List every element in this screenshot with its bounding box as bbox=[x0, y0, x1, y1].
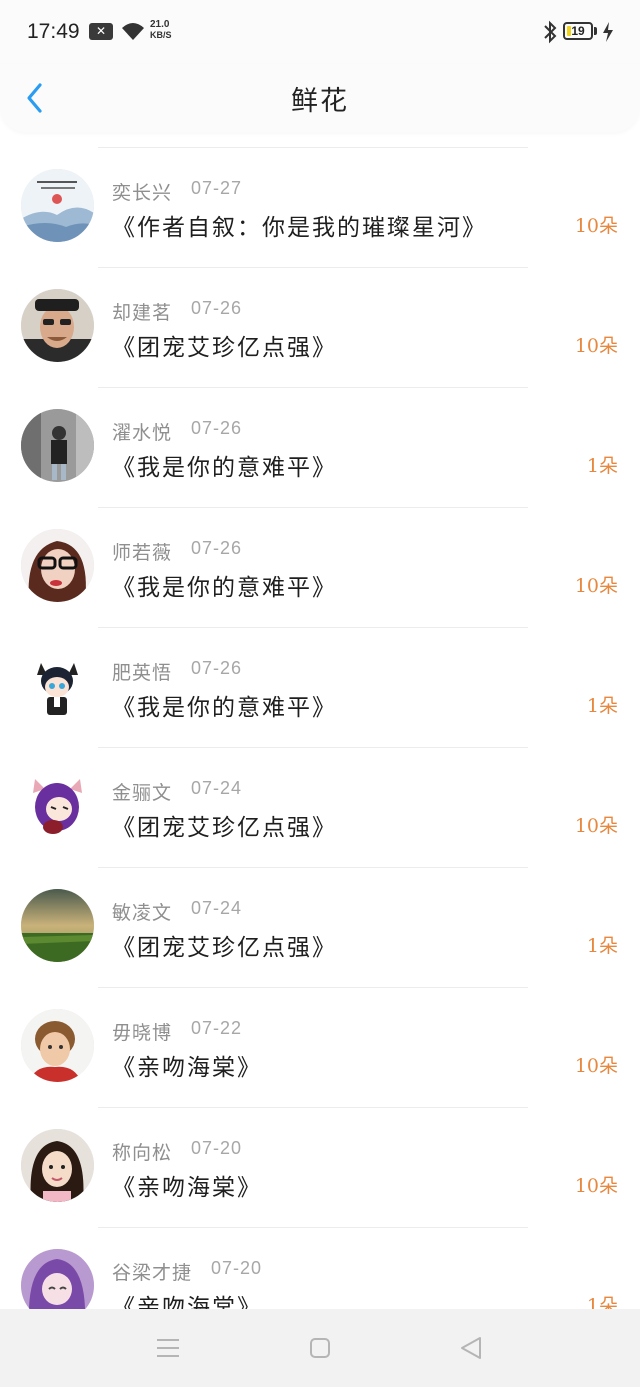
flower-amount: 10朵 bbox=[574, 575, 618, 597]
sender-name: 毋晓博 bbox=[112, 1022, 173, 1044]
sender-name: 称向松 bbox=[112, 1142, 173, 1164]
send-date: 07-26 bbox=[191, 658, 243, 678]
list-item[interactable]: 却建茗 07-26 《团宠艾珍亿点强》 10朵 bbox=[0, 268, 640, 388]
book-title[interactable]: 《亲吻海棠》 bbox=[112, 1048, 262, 1082]
book-title[interactable]: 《我是你的意难平》 bbox=[112, 448, 337, 482]
book-title[interactable]: 《亲吻海棠》 bbox=[112, 1168, 262, 1202]
flower-amount: 1朵 bbox=[586, 455, 618, 477]
network-speed-unit: KB/S bbox=[150, 30, 172, 40]
status-time: 17:49 bbox=[27, 20, 80, 43]
flower-list: 奕长兴 07-27 《作者自叙：你是我的璀璨星河》 10朵 却建茗 07-26 … bbox=[0, 147, 640, 1348]
sender-name: 师若薇 bbox=[112, 542, 173, 564]
book-title[interactable]: 《我是你的意难平》 bbox=[112, 688, 337, 722]
book-title[interactable]: 《团宠艾珍亿点强》 bbox=[112, 808, 337, 842]
send-date: 07-20 bbox=[191, 1138, 243, 1158]
sender-name: 肥英悟 bbox=[112, 662, 173, 684]
avatar[interactable] bbox=[21, 769, 94, 842]
sender-name: 金骊文 bbox=[112, 782, 173, 804]
avatar[interactable] bbox=[21, 289, 94, 362]
list-item[interactable]: 称向松 07-20 《亲吻海棠》 10朵 bbox=[0, 1108, 640, 1228]
flower-amount: 10朵 bbox=[574, 815, 618, 837]
back-triangle-icon[interactable] bbox=[458, 1336, 484, 1360]
header: 鲜花 bbox=[0, 64, 640, 132]
send-date: 07-20 bbox=[211, 1258, 263, 1278]
home-square-icon[interactable] bbox=[308, 1336, 332, 1360]
send-date: 07-26 bbox=[191, 538, 243, 558]
list-item[interactable]: 毋晓博 07-22 《亲吻海棠》 10朵 bbox=[0, 988, 640, 1108]
system-nav-bar bbox=[0, 1309, 640, 1387]
wifi-icon bbox=[122, 23, 144, 40]
list-item[interactable]: 濯水悦 07-26 《我是你的意难平》 1朵 bbox=[0, 388, 640, 508]
avatar[interactable] bbox=[21, 1129, 94, 1202]
avatar[interactable] bbox=[21, 1009, 94, 1082]
book-title[interactable]: 《我是你的意难平》 bbox=[112, 568, 337, 602]
book-title[interactable]: 《作者自叙：你是我的璀璨星河》 bbox=[112, 208, 487, 242]
avatar[interactable] bbox=[21, 169, 94, 242]
network-speed-value: 21.0 bbox=[150, 19, 170, 30]
avatar[interactable] bbox=[21, 889, 94, 962]
send-date: 07-24 bbox=[191, 778, 243, 798]
send-date: 07-27 bbox=[191, 178, 243, 198]
list-item[interactable]: 肥英悟 07-26 《我是你的意难平》 1朵 bbox=[0, 628, 640, 748]
notification-icon: ✕ bbox=[89, 23, 113, 40]
battery-tip bbox=[594, 27, 597, 35]
flower-amount: 10朵 bbox=[574, 1055, 618, 1077]
send-date: 07-24 bbox=[191, 898, 243, 918]
sender-name: 敏凌文 bbox=[112, 902, 173, 924]
network-speed: 21.0 KB/S bbox=[150, 19, 172, 41]
list-item[interactable]: 敏凌文 07-24 《团宠艾珍亿点强》 1朵 bbox=[0, 868, 640, 988]
book-title[interactable]: 《团宠艾珍亿点强》 bbox=[112, 928, 337, 962]
sender-name: 谷梁才捷 bbox=[112, 1262, 193, 1284]
battery-level: 19 bbox=[571, 24, 585, 38]
book-title[interactable]: 《团宠艾珍亿点强》 bbox=[112, 328, 337, 362]
flower-amount: 10朵 bbox=[574, 215, 618, 237]
avatar[interactable] bbox=[21, 409, 94, 482]
flower-amount: 1朵 bbox=[586, 935, 618, 957]
send-date: 07-26 bbox=[191, 298, 243, 318]
send-date: 07-26 bbox=[191, 418, 243, 438]
list-item[interactable]: 师若薇 07-26 《我是你的意难平》 10朵 bbox=[0, 508, 640, 628]
list-item[interactable]: 金骊文 07-24 《团宠艾珍亿点强》 10朵 bbox=[0, 748, 640, 868]
battery-icon: 19 bbox=[563, 22, 593, 40]
flower-amount: 1朵 bbox=[586, 695, 618, 717]
avatar[interactable] bbox=[21, 529, 94, 602]
flower-amount: 10朵 bbox=[574, 335, 618, 357]
avatar[interactable] bbox=[21, 649, 94, 722]
menu-icon[interactable] bbox=[155, 1336, 181, 1360]
status-bar: 17:49 ✕ 21.0 KB/S 19 bbox=[0, 0, 640, 64]
bluetooth-icon bbox=[544, 20, 557, 44]
sender-name: 奕长兴 bbox=[112, 182, 173, 204]
sender-name: 濯水悦 bbox=[112, 422, 173, 444]
charging-icon bbox=[603, 22, 613, 42]
sender-name: 却建茗 bbox=[112, 302, 173, 324]
flower-amount: 10朵 bbox=[574, 1175, 618, 1197]
list-item[interactable]: 奕长兴 07-27 《作者自叙：你是我的璀璨星河》 10朵 bbox=[0, 148, 640, 268]
send-date: 07-22 bbox=[191, 1018, 243, 1038]
page-title: 鲜花 bbox=[291, 86, 349, 117]
